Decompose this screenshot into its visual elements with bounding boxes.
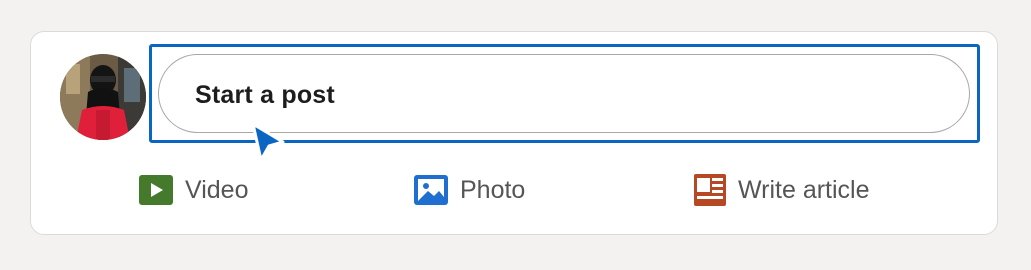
photo-button[interactable]: Photo: [414, 170, 525, 210]
photo-icon: [414, 175, 448, 205]
write-article-label: Write article: [738, 175, 870, 204]
video-icon: [139, 175, 173, 205]
photo-label: Photo: [460, 175, 526, 204]
post-composer-card: Start a post Video Photo Write article: [30, 31, 998, 235]
avatar-photo: [60, 54, 146, 140]
mouse-pointer-icon: [251, 122, 285, 162]
article-icon: [694, 174, 726, 206]
avatar[interactable]: [60, 54, 146, 140]
start-post-placeholder: Start a post: [195, 81, 335, 109]
video-button[interactable]: Video: [139, 170, 249, 210]
video-label: Video: [185, 175, 249, 204]
write-article-button[interactable]: Write article: [694, 170, 870, 210]
